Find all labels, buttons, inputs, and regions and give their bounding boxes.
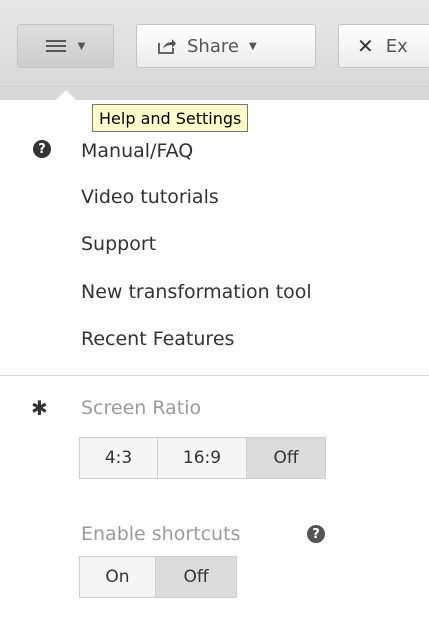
toolbar: ▼ Share ▼ ✕ Ex	[0, 0, 429, 100]
screen-ratio-label: Screen Ratio	[81, 397, 202, 419]
enable-shortcuts-label: Enable shortcuts	[81, 523, 241, 545]
screen-ratio-selector: 4:3 16:9 Off	[79, 437, 326, 479]
exit-button[interactable]: ✕ Ex	[338, 24, 429, 68]
share-button[interactable]: Share ▼	[136, 24, 316, 68]
chevron-down-icon: ▼	[77, 40, 86, 52]
chevron-down-icon: ▼	[248, 40, 257, 52]
main-menu-button[interactable]: ▼	[17, 24, 114, 68]
toolbar-divider	[0, 86, 429, 87]
ratio-option-4-3[interactable]: 4:3	[79, 437, 158, 479]
tooltip: Help and Settings	[92, 104, 249, 132]
shortcuts-option-off[interactable]: Off	[155, 556, 237, 598]
exit-label: Ex	[385, 35, 408, 57]
menu-item-new-transformation-tool[interactable]: New transformation tool	[81, 280, 312, 304]
menu-item-support[interactable]: Support	[81, 232, 156, 256]
help-icon[interactable]: ?	[307, 525, 325, 543]
menu-separator	[0, 375, 429, 376]
help-icon: ?	[33, 140, 51, 158]
gear-icon: ✱	[31, 396, 48, 420]
shortcuts-option-on[interactable]: On	[79, 556, 156, 598]
dropdown-pointer	[56, 90, 76, 100]
menu-item-recent-features[interactable]: Recent Features	[81, 327, 234, 351]
ratio-option-16-9[interactable]: 16:9	[157, 437, 247, 479]
share-icon	[157, 37, 177, 55]
shortcuts-selector: On Off	[79, 556, 237, 598]
share-label: Share	[187, 35, 239, 57]
menu-item-video-tutorials[interactable]: Video tutorials	[81, 185, 219, 209]
hamburger-icon	[45, 37, 66, 55]
close-icon: ✕	[357, 34, 374, 58]
ratio-option-off[interactable]: Off	[246, 437, 326, 479]
menu-item-manual-faq[interactable]: Manual/FAQ	[81, 139, 193, 163]
